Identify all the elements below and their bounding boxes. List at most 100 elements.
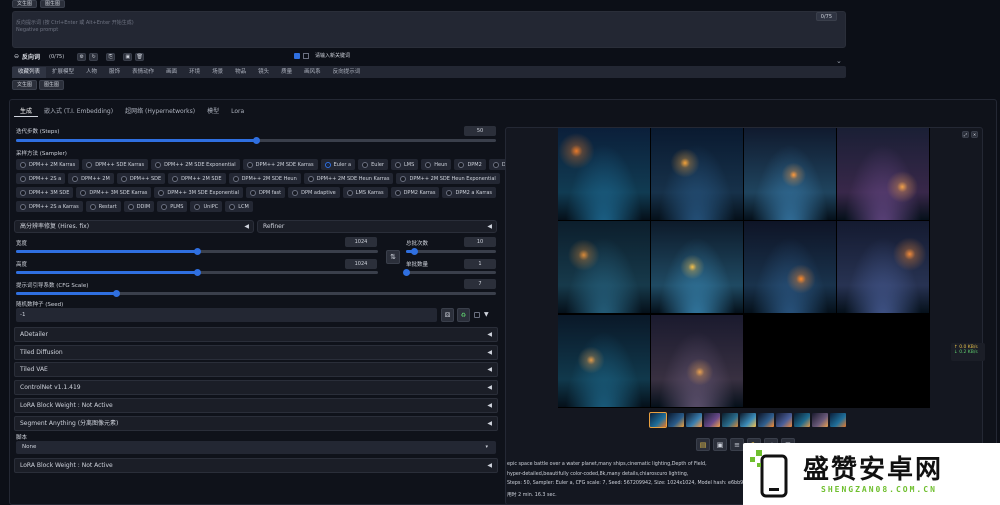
negative-prompt-input[interactable]: 反向提示词 (按 Ctrl+Enter 或 Alt+Enter 开始生成) Ne… <box>12 11 846 48</box>
radio-button[interactable] <box>246 161 253 168</box>
collapse-icon[interactable]: ⊖ <box>14 53 19 60</box>
radio-button[interactable] <box>492 161 499 168</box>
category-tab[interactable]: 服饰 <box>103 67 126 78</box>
sampler-option[interactable]: PLMS <box>157 201 188 212</box>
tab-embedding[interactable]: 嵌入式 (T.I. Embedding) <box>38 106 119 117</box>
dice-icon[interactable]: ⚄ <box>441 308 454 322</box>
radio-button[interactable] <box>394 189 401 196</box>
generated-image[interactable] <box>558 221 650 314</box>
swap-dimensions-icon[interactable]: ⇅ <box>386 250 400 264</box>
folder-icon[interactable]: ▤ <box>696 438 710 451</box>
width-value[interactable]: 1024 <box>345 237 377 247</box>
sampler-option[interactable]: DPM++ 2M Karras <box>16 159 80 170</box>
sampler-option[interactable]: LMS <box>390 159 419 170</box>
category-tab[interactable]: 环境 <box>183 67 206 78</box>
gear-icon[interactable]: ⚙ <box>77 52 87 61</box>
steps-value[interactable]: 50 <box>464 126 496 136</box>
category-tab[interactable]: 收藏列表 <box>12 66 47 78</box>
radio-button[interactable] <box>446 189 453 196</box>
sampler-option[interactable]: DPM adaptive <box>288 187 340 198</box>
sampler-option[interactable]: DPM fast <box>245 187 286 198</box>
generated-image[interactable] <box>837 221 929 314</box>
refiner-accordion[interactable]: Refiner ◀ <box>257 220 497 233</box>
sampler-option[interactable]: DPM++ 2M SDE <box>168 173 226 184</box>
close-icon[interactable]: ✕ <box>971 131 978 138</box>
sampler-option[interactable]: UniPC <box>190 201 223 212</box>
cfg-slider[interactable] <box>16 290 496 297</box>
recycle-icon[interactable]: ♻ <box>457 308 470 322</box>
triangle-down-icon[interactable]: ▼ <box>484 311 489 318</box>
cfg-value[interactable]: 7 <box>464 279 496 289</box>
category-tab[interactable]: 质量 <box>275 67 298 78</box>
adetailer-accordion[interactable]: ADetailer ◀ <box>14 327 498 342</box>
gallery-thumbnail[interactable] <box>830 413 846 427</box>
sampler-option[interactable]: DPM++ 3M SDE <box>16 187 74 198</box>
generated-image[interactable] <box>651 314 743 407</box>
batch-size-slider[interactable] <box>402 269 496 276</box>
generated-image[interactable] <box>651 128 743 220</box>
radio-button[interactable] <box>86 161 93 168</box>
tab-model[interactable]: 模型 <box>201 106 225 117</box>
radio-button[interactable] <box>307 175 314 182</box>
script-select[interactable]: None ▾ <box>16 441 496 454</box>
radio-button[interactable] <box>346 189 353 196</box>
sampler-option[interactable]: DPM++ 2S a Karras <box>16 201 83 212</box>
sampler-option[interactable]: LMS Karras <box>342 187 388 198</box>
sampler-option[interactable]: DPM++ 3M SDE Karras <box>76 187 152 198</box>
category-tab[interactable]: 人物 <box>80 67 103 78</box>
sampler-option[interactable]: DDIM <box>123 201 155 212</box>
width-slider[interactable] <box>16 248 378 255</box>
gallery-thumbnail[interactable] <box>686 413 702 427</box>
radio-button[interactable] <box>362 161 369 168</box>
tiled-diffusion-accordion[interactable]: Tiled Diffusion ◀ <box>14 345 498 360</box>
sampler-option[interactable]: Euler <box>358 159 388 170</box>
sampler-option[interactable]: LCM <box>225 201 253 212</box>
generated-image[interactable] <box>558 128 650 220</box>
radio-button[interactable] <box>172 175 179 182</box>
tab-txt2img-top[interactable]: 文生图 <box>12 0 38 8</box>
radio-button[interactable] <box>120 175 127 182</box>
save-icon[interactable]: ▣ <box>123 52 133 61</box>
checkbox-empty[interactable] <box>303 52 309 59</box>
radio-button[interactable] <box>458 161 465 168</box>
height-slider[interactable] <box>16 269 378 276</box>
zip-icon[interactable]: ≡ <box>730 438 744 451</box>
sampler-option[interactable]: DPM++ 2M SDE Karras <box>242 159 318 170</box>
generated-image[interactable] <box>558 314 650 407</box>
radio-button[interactable] <box>292 189 299 196</box>
tab-img2img-sub[interactable]: 图生图 <box>39 80 65 90</box>
sampler-option[interactable]: Restart <box>85 201 121 212</box>
trash-icon[interactable]: 🗑 <box>135 52 145 61</box>
height-value[interactable]: 1024 <box>345 259 377 269</box>
category-tab[interactable]: 画风系 <box>298 67 327 78</box>
sampler-option[interactable]: DPM++ 2M SDE Exponential <box>151 159 240 170</box>
hires-fix-accordion[interactable]: 高分辨率修复 (Hires. fix) ◀ <box>14 220 254 233</box>
radio-button[interactable] <box>161 203 168 210</box>
copy-icon[interactable]: ⎘ <box>106 52 116 61</box>
category-tab[interactable]: 表情动作 <box>126 67 160 78</box>
sampler-option[interactable]: DPM2 <box>454 159 486 170</box>
sampler-option[interactable]: Heun <box>421 159 452 170</box>
radio-button[interactable] <box>20 161 26 168</box>
sampler-option[interactable]: DPM++ 2M <box>68 173 114 184</box>
save-icon[interactable]: ▣ <box>713 438 727 451</box>
controlnet-accordion[interactable]: ControlNet v1.1.419 ◀ <box>14 380 498 395</box>
radio-button[interactable] <box>155 161 162 168</box>
generated-image[interactable] <box>837 128 929 220</box>
radio-button[interactable] <box>80 189 87 196</box>
gallery-thumbnail[interactable] <box>649 412 667 428</box>
sampler-option[interactable]: Euler a <box>320 159 356 170</box>
sampler-option[interactable]: DPM2 Karras <box>390 187 440 198</box>
radio-button[interactable] <box>324 161 331 168</box>
refresh-icon[interactable]: ↻ <box>89 52 99 61</box>
tab-generate[interactable]: 生成 <box>14 106 39 117</box>
batch-count-slider[interactable] <box>406 248 496 255</box>
gallery-thumbnail[interactable] <box>740 413 756 427</box>
generated-image[interactable] <box>744 221 836 314</box>
tab-txt2img-sub[interactable]: 文生图 <box>12 80 38 90</box>
sampler-option[interactable]: DPM++ SDE Karras <box>82 159 149 170</box>
radio-button[interactable] <box>158 189 165 196</box>
fullscreen-icon[interactable]: ⤢ <box>962 131 969 138</box>
radio-button[interactable] <box>394 161 401 168</box>
sampler-option[interactable]: DPM++ 2M SDE Heun Exponential <box>396 173 500 184</box>
